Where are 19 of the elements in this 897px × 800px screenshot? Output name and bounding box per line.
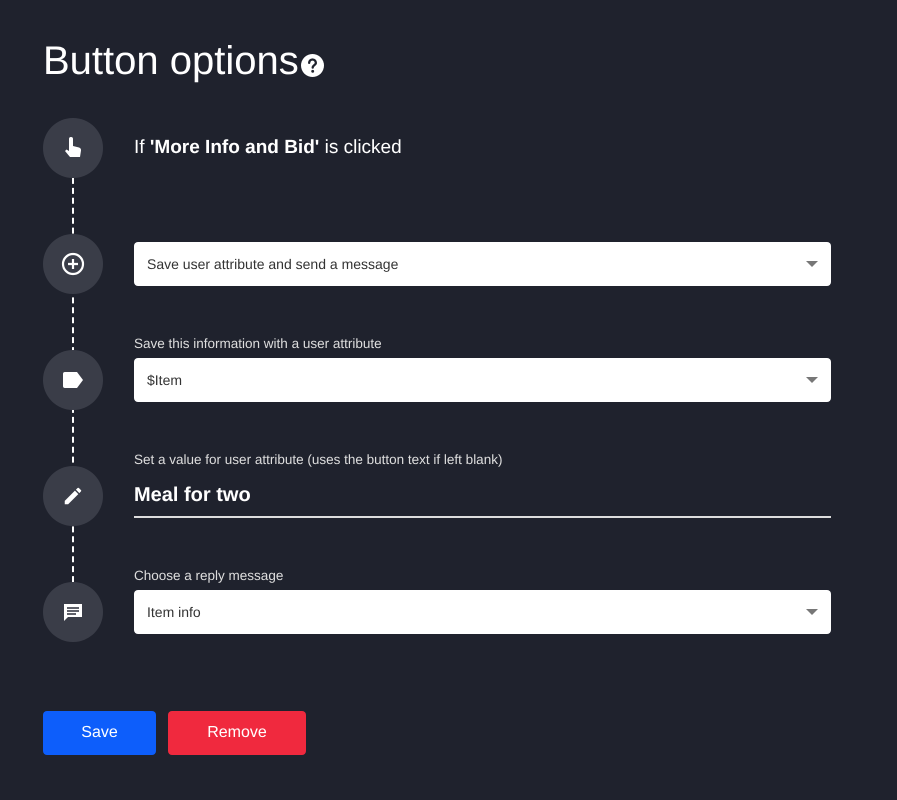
dropdown-field[interactable]: Item info: [134, 590, 831, 634]
field-label: Choose a reply message: [134, 567, 284, 585]
remove-button[interactable]: Remove: [168, 711, 306, 755]
dropdown-caret-icon: [806, 261, 818, 267]
pencil-icon: [62, 485, 84, 507]
pointer-hand-icon: [62, 136, 84, 160]
field-label: Set a value for user attribute (uses the button text if left blank): [134, 451, 504, 469]
dropdown-field[interactable]: Save user attribute and send a message: [134, 242, 831, 286]
text-input-field[interactable]: Meal for two: [134, 474, 831, 518]
help-icon[interactable]: [300, 54, 324, 76]
tag-icon: [61, 371, 85, 389]
plus-circle-icon: [61, 252, 85, 276]
dropdown-field[interactable]: $Item: [134, 358, 831, 402]
dialog-title: Button options: [43, 41, 299, 81]
dropdown-caret-icon: [806, 609, 818, 615]
trigger-text: If 'More Info and Bid' is clicked: [134, 136, 403, 160]
save-button[interactable]: Save: [43, 711, 156, 755]
dropdown-caret-icon: [806, 377, 818, 383]
field-label: Save this information with a user attribute: [134, 335, 383, 353]
